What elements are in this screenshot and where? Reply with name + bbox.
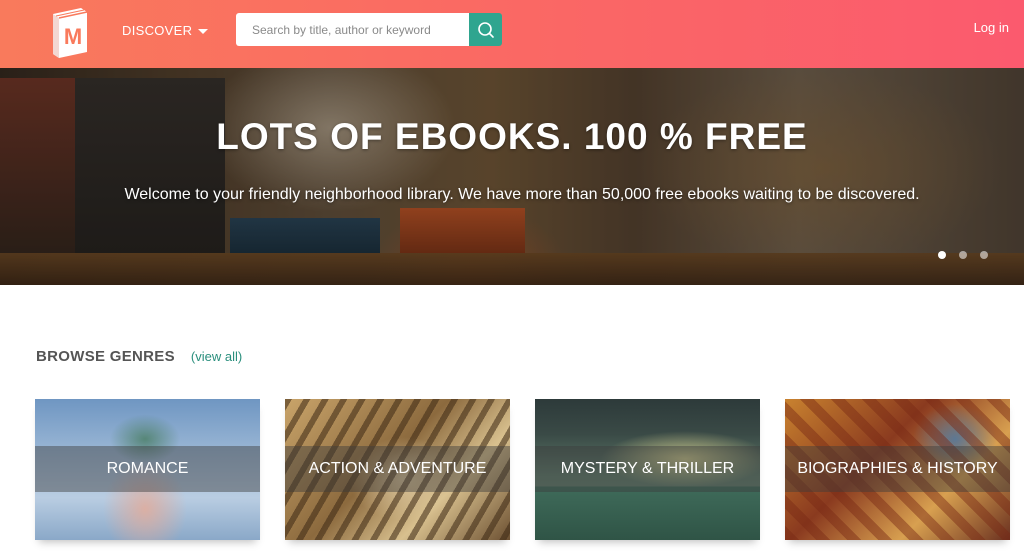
login-link[interactable]: Log in [974,20,1009,35]
top-nav-bar: M DISCOVER Log in [0,0,1024,68]
genre-card-label: ACTION & ADVENTURE [308,460,487,477]
chevron-down-icon [198,28,209,34]
carousel-dot-1[interactable] [938,251,946,259]
discover-dropdown[interactable]: DISCOVER [122,20,209,40]
search-bar [236,13,502,46]
genres-header: BROWSE GENRES (view all) [36,348,242,365]
carousel-dots [938,251,988,259]
genre-card-label: ROMANCE [106,460,189,477]
carousel-dot-2[interactable] [959,251,967,259]
genre-card-mystery-thriller[interactable]: MYSTERY & THRILLER [535,399,760,540]
genre-card-label: BIOGRAPHIES & HISTORY [797,460,998,477]
genres-title: BROWSE GENRES [36,348,175,365]
genre-card-biographies-history[interactable]: BIOGRAPHIES & HISTORY [785,399,1010,540]
genre-card-romance[interactable]: ROMANCE [35,399,260,540]
genre-card-label: MYSTERY & THRILLER [560,460,735,477]
view-all-link[interactable]: (view all) [191,349,242,364]
site-logo-icon[interactable]: M [47,6,89,58]
discover-label: DISCOVER [122,22,193,38]
search-input[interactable] [236,13,470,46]
genre-card-action-adventure[interactable]: ACTION & ADVENTURE [285,399,510,540]
carousel-dot-3[interactable] [980,251,988,259]
search-icon [477,21,494,38]
hero-overlay [0,68,1024,285]
hero-banner: LOTS OF EBOOKS. 100 % FREE Welcome to yo… [0,68,1024,285]
hero-subtitle: Welcome to your friendly neighborhood li… [124,186,920,203]
hero-title: LOTS OF EBOOKS. 100 % FREE [216,116,808,157]
logo-letter: M [64,24,82,49]
search-button[interactable] [469,13,502,46]
